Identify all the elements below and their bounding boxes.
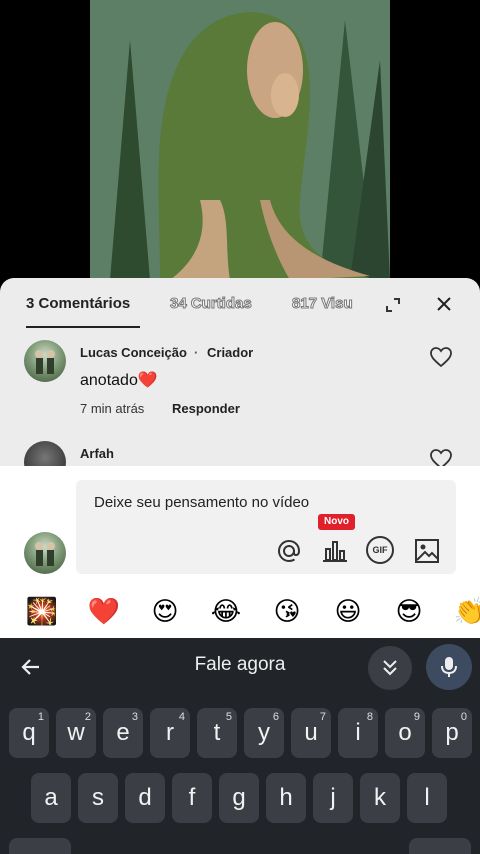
reply-button[interactable]: Responder: [172, 401, 240, 416]
key-number: 8: [366, 711, 373, 723]
avatar[interactable]: [24, 340, 66, 382]
key-label: i: [355, 719, 361, 746]
user-avatar: [24, 532, 66, 574]
tab-likes[interactable]: 34 Curtidas: [170, 295, 253, 313]
chevron-down-icon: [383, 660, 397, 676]
gif-icon[interactable]: GIF: [366, 536, 394, 564]
key-i[interactable]: i8: [338, 708, 378, 758]
key-s[interactable]: s: [78, 773, 118, 823]
key-w[interactable]: w2: [56, 708, 96, 758]
on-screen-keyboard: Fale agora q1 w2 e3 r4 t5 y6 u7 i8 o9 p0…: [0, 638, 480, 854]
key-u[interactable]: u7: [291, 708, 331, 758]
key-r[interactable]: r4: [150, 708, 190, 758]
backspace-key[interactable]: [409, 838, 471, 854]
key-label: p: [445, 719, 459, 746]
emoji-item[interactable]: 😎: [389, 596, 429, 627]
key-e[interactable]: e3: [103, 708, 143, 758]
key-label: d: [138, 784, 152, 811]
close-icon[interactable]: [430, 290, 458, 318]
comment-item: Arfah: [0, 441, 480, 468]
key-q[interactable]: q1: [9, 708, 49, 758]
key-label: o: [398, 719, 412, 746]
key-label: s: [92, 784, 104, 811]
comments-sheet: 3 Comentários 34 Curtidas 817 Visu Lucas…: [0, 278, 480, 468]
key-label: t: [213, 719, 221, 746]
key-number: 6: [272, 711, 279, 723]
emoji-item[interactable]: ❤️: [84, 596, 124, 627]
comment-author[interactable]: Lucas Conceição: [80, 345, 187, 360]
new-badge: Novo: [318, 514, 355, 530]
key-f[interactable]: f: [172, 773, 212, 823]
key-label: r: [166, 719, 174, 746]
video-player[interactable]: [90, 0, 390, 280]
key-k[interactable]: k: [360, 773, 400, 823]
collapse-keyboard-button[interactable]: [368, 646, 412, 690]
key-label: y: [258, 719, 270, 746]
key-label: j: [330, 784, 336, 811]
keyboard-toolbar: Fale agora: [0, 638, 480, 694]
comment-composer: Deixe seu pensamento no vídeo GIF 🎇 ❤️ 😍…: [0, 466, 480, 638]
image-icon[interactable]: [412, 536, 442, 566]
key-t[interactable]: t5: [197, 708, 237, 758]
microphone-icon: [441, 657, 457, 677]
key-label: e: [116, 719, 130, 746]
key-label: k: [374, 784, 386, 811]
key-a[interactable]: a: [31, 773, 71, 823]
key-number: 5: [225, 711, 232, 723]
key-number: 2: [84, 711, 91, 723]
active-tab-indicator: [26, 326, 140, 328]
key-d[interactable]: d: [125, 773, 165, 823]
emoji-item[interactable]: 😘: [267, 596, 307, 627]
key-label: w: [67, 719, 85, 746]
key-number: 0: [460, 711, 467, 723]
comment-text: anotado❤️: [80, 372, 158, 389]
key-label: g: [232, 784, 246, 811]
comment-placeholder: Deixe seu pensamento no vídeo: [94, 494, 310, 511]
key-j[interactable]: j: [313, 773, 353, 823]
key-number: 3: [131, 711, 138, 723]
key-number: 4: [178, 711, 185, 723]
emoji-item[interactable]: 🎇: [22, 596, 62, 627]
avatar[interactable]: [24, 441, 66, 468]
heart-icon[interactable]: [428, 447, 454, 468]
key-label: f: [188, 784, 196, 811]
key-number: 7: [319, 711, 326, 723]
comments-tabs: 3 Comentários 34 Curtidas 817 Visu: [0, 278, 480, 330]
key-o[interactable]: o9: [385, 708, 425, 758]
key-number: 9: [413, 711, 420, 723]
key-label: l: [424, 784, 430, 811]
key-label: q: [22, 719, 36, 746]
mention-icon[interactable]: [274, 536, 304, 566]
gif-label: GIF: [372, 545, 388, 555]
comment-item: Lucas Conceição · Criador anotado❤️ 7 mi…: [0, 340, 480, 430]
key-label: a: [44, 784, 58, 811]
emoji-item[interactable]: 😃: [328, 596, 368, 627]
comment-timestamp: 7 min atrás: [80, 401, 145, 416]
microphone-button[interactable]: [426, 644, 472, 690]
shift-key[interactable]: [9, 838, 71, 854]
key-g[interactable]: g: [219, 773, 259, 823]
key-l[interactable]: l: [407, 773, 447, 823]
emoji-item[interactable]: 😂: [206, 596, 246, 627]
author-separator: ·: [194, 345, 199, 360]
comment-input[interactable]: Deixe seu pensamento no vídeo GIF: [76, 480, 456, 574]
key-label: u: [304, 719, 318, 746]
key-label: h: [279, 784, 293, 811]
tab-comments[interactable]: 3 Comentários: [26, 295, 130, 312]
comment-author[interactable]: Arfah: [80, 446, 114, 461]
expand-icon[interactable]: [380, 292, 406, 318]
key-number: 1: [37, 711, 44, 723]
tab-views[interactable]: 817 Visu: [292, 295, 362, 312]
key-p[interactable]: p0: [432, 708, 472, 758]
emoji-quick-bar: 🎇 ❤️ 😍 😂 😘 😃 😎 👏: [0, 590, 480, 638]
heart-icon[interactable]: [428, 345, 454, 369]
creator-badge: Criador: [207, 345, 254, 360]
emoji-item[interactable]: 👏: [450, 596, 480, 627]
key-h[interactable]: h: [266, 773, 306, 823]
emoji-item[interactable]: 😍: [145, 596, 185, 627]
key-y[interactable]: y6: [244, 708, 284, 758]
poll-chart-icon[interactable]: [320, 536, 350, 566]
video-frame-image: [90, 0, 390, 280]
